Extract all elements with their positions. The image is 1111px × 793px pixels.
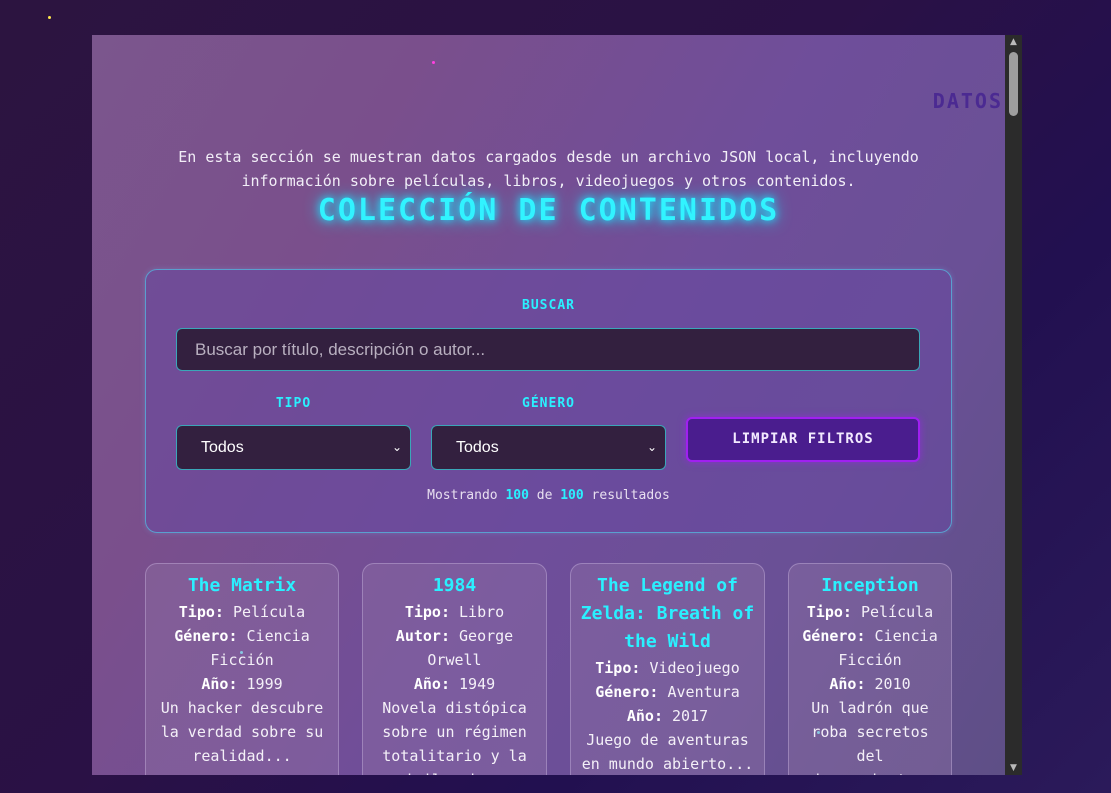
decorative-sparkle — [48, 16, 51, 19]
card-field: Año: 2017 — [626, 707, 709, 725]
card-description: Un hacker descubre la verdad sobre su re… — [160, 699, 324, 765]
content-card[interactable]: The Legend of Zelda: Breath of the Wild … — [570, 563, 765, 775]
card-field: Tipo: Película — [178, 603, 306, 621]
chevron-down-icon: ⌄ — [646, 440, 657, 454]
clear-filters-button[interactable]: LIMPIAR FILTROS — [686, 417, 920, 462]
card-field: Año: 1949 — [413, 675, 496, 693]
type-select[interactable]: Todos ⌄ — [176, 425, 411, 470]
page-title: COLECCIÓN DE CONTENIDOS — [317, 193, 780, 228]
search-input[interactable]: Buscar por título, descripción o autor..… — [176, 328, 920, 371]
genre-label: GÉNERO — [522, 396, 575, 411]
card-field: Autor: George Orwell — [395, 627, 514, 669]
card-description: Un ladrón que roba secretos del subconsc… — [798, 699, 943, 775]
filter-panel: BUSCAR Buscar por título, descripción o … — [145, 269, 952, 533]
vertical-scrollbar[interactable]: ▲ ▼ — [1005, 35, 1022, 775]
card-description: Juego de aventuras en mundo abierto... — [581, 731, 754, 773]
scroll-up-icon[interactable]: ▲ — [1005, 35, 1022, 49]
card-title: 1984 — [432, 575, 477, 596]
genre-select[interactable]: Todos ⌄ — [431, 425, 666, 470]
card-field: Tipo: Videojuego — [595, 659, 740, 677]
results-mid: de — [536, 488, 553, 503]
content-card[interactable]: The Matrix Tipo: Película Género: Cienci… — [145, 563, 339, 775]
card-field: Tipo: Libro — [404, 603, 505, 621]
type-label: TIPO — [275, 396, 312, 411]
card-field: Género: Aventura — [595, 683, 740, 701]
nav-link-datos[interactable]: DATOS — [933, 89, 1003, 113]
type-select-value: Todos — [201, 439, 244, 456]
content-card[interactable]: Inception Tipo: Película Género: Ciencia… — [788, 563, 952, 775]
card-description: Novela distópica sobre un régimen totali… — [382, 699, 527, 775]
results-prefix: Mostrando — [427, 488, 498, 503]
genre-select-value: Todos — [456, 439, 499, 456]
card-field: Género: Ciencia Ficción — [802, 627, 938, 669]
results-suffix: resultados — [591, 488, 670, 503]
intro-text: En esta sección se muestran datos cargad… — [178, 148, 919, 190]
search-label: BUSCAR — [522, 298, 575, 313]
card-field: Año: 2010 — [829, 675, 911, 693]
card-title: Inception — [821, 575, 919, 596]
card-title: The Legend of Zelda: Breath of the Wild — [580, 575, 755, 652]
card-field: Tipo: Película — [806, 603, 934, 621]
card-field: Año: 1999 — [201, 675, 283, 693]
card-field: Género: Ciencia Ficción — [174, 627, 310, 669]
card-title: The Matrix — [187, 575, 297, 596]
decorative-sparkle — [432, 61, 435, 64]
content-window: DATOS En esta sección se muestran datos … — [92, 35, 1005, 775]
chevron-down-icon: ⌄ — [391, 440, 402, 454]
results-count: Mostrando 100 de 100 resultados — [146, 488, 951, 503]
scroll-thumb[interactable] — [1009, 52, 1018, 116]
results-shown: 100 — [505, 488, 529, 503]
results-total: 100 — [560, 488, 584, 503]
scroll-down-icon[interactable]: ▼ — [1005, 761, 1022, 775]
content-card[interactable]: 1984 Tipo: Libro Autor: George Orwell Añ… — [362, 563, 547, 775]
